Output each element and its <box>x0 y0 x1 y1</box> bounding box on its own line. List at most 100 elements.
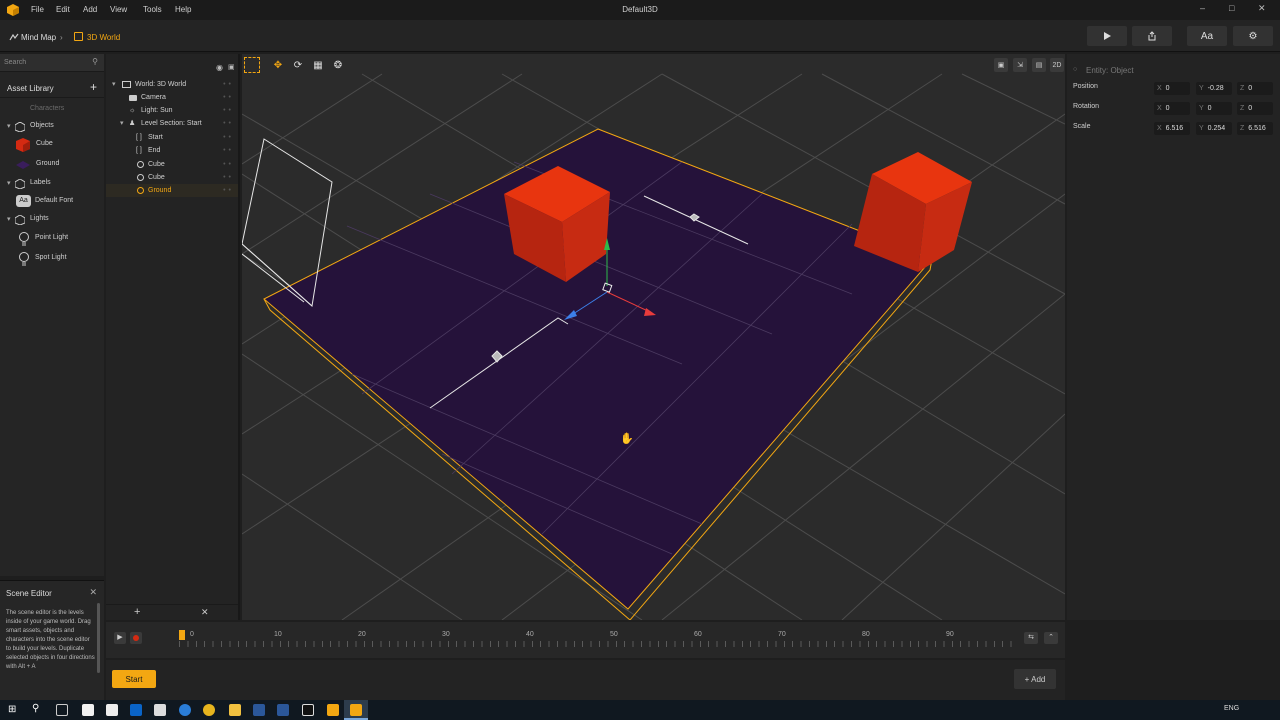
scene-render[interactable]: ✋ <box>242 54 1065 620</box>
outliner-row-world[interactable]: ▾ World: 3D World •• <box>106 78 238 91</box>
loop-icon[interactable]: ⇆ <box>1024 632 1038 644</box>
search-placeholder: Search <box>4 59 27 66</box>
transform-tool-icon[interactable]: ❂ <box>330 57 346 73</box>
active-app-tile[interactable] <box>344 700 368 720</box>
properties-panel: ○ Entity: Object Position X0 Y -0.28 Z0 R… <box>1067 54 1280 620</box>
row-toggles[interactable]: •• <box>223 117 234 130</box>
record-button[interactable] <box>130 632 142 644</box>
task-view-icon[interactable] <box>56 704 68 716</box>
add-entity-icon[interactable]: + <box>134 606 140 618</box>
outliner-row-start[interactable]: [ ] Start •• <box>106 131 238 144</box>
title-bar: File Edit Add View Tools Help Default3D … <box>0 0 1280 20</box>
rotation-y-field[interactable]: Y0 <box>1196 102 1232 115</box>
row-toggles[interactable]: •• <box>223 158 234 171</box>
add-asset-icon[interactable]: + <box>90 80 97 94</box>
settings-button[interactable]: ⚙ <box>1233 26 1273 46</box>
outliner-row-ground[interactable]: Ground •• <box>106 184 238 197</box>
app-icon[interactable] <box>302 704 314 716</box>
scene-viewport[interactable]: ✋ ✥ ⟳ ▦ ❂ ▣ ⇲ ▤ 2D <box>242 54 1065 620</box>
chrome-icon[interactable] <box>203 704 215 716</box>
objects-icon <box>15 122 25 132</box>
view-2d-button[interactable]: 2D <box>1050 58 1064 72</box>
timeline-tick-label: 60 <box>694 631 702 638</box>
row-toggles[interactable]: •• <box>223 184 234 197</box>
calculator-icon[interactable] <box>106 704 118 716</box>
scale-z-field[interactable]: Z 6.516 <box>1237 122 1273 135</box>
visibility-icon[interactable]: ◉ <box>216 63 223 72</box>
explorer-icon[interactable] <box>229 704 241 716</box>
share-icon <box>1148 31 1156 41</box>
edge-icon[interactable] <box>179 704 191 716</box>
ground-icon <box>16 161 30 169</box>
camera-view-icon[interactable]: ▣ <box>994 58 1008 72</box>
snap-icon[interactable]: ⇲ <box>1013 58 1027 72</box>
collapse-icon[interactable]: ⌃ <box>1044 632 1058 644</box>
scrollbar[interactable] <box>97 603 100 673</box>
outliner-row-end[interactable]: [ ] End •• <box>106 144 238 157</box>
row-toggles[interactable]: •• <box>223 144 234 157</box>
scale-label: Scale <box>1073 123 1091 130</box>
scale-tool-icon[interactable]: ▦ <box>310 57 326 73</box>
play-button[interactable] <box>1087 26 1127 46</box>
position-z-field[interactable]: Z0 <box>1237 82 1273 95</box>
windows-start-icon[interactable]: ⊞ <box>8 704 16 715</box>
breadcrumb-current[interactable]: 3D World <box>87 33 120 42</box>
timeline-tick-label: 90 <box>946 631 954 638</box>
timeline-tick-label: 70 <box>778 631 786 638</box>
timeline-track[interactable] <box>179 630 1017 650</box>
add-button[interactable]: + Add <box>1014 669 1056 689</box>
position-y-field[interactable]: Y -0.28 <box>1196 82 1232 95</box>
search-icon[interactable]: ⚲ <box>32 703 39 714</box>
entity-type: Entity: Object <box>1086 66 1134 75</box>
position-x-field[interactable]: X0 <box>1154 82 1190 95</box>
breadcrumb-parent[interactable]: Mind Map <box>21 33 56 42</box>
rotation-x-field[interactable]: X0 <box>1154 102 1190 115</box>
outliner-row-cube[interactable]: Cube •• <box>106 171 238 184</box>
close-icon[interactable]: ✕ <box>89 587 97 598</box>
timeline-play-icon[interactable]: ▶ <box>114 632 126 644</box>
scene-editor-title: Scene Editor <box>6 589 52 598</box>
outliner-row-light-sun[interactable]: ☼ Light: Sun •• <box>106 104 238 117</box>
row-toggles[interactable]: •• <box>223 131 234 144</box>
asset-label: Default Font <box>35 197 74 204</box>
grid-view-icon[interactable]: ▤ <box>1032 58 1046 72</box>
rotation-z-field[interactable]: Z0 <box>1237 102 1273 115</box>
playhead[interactable] <box>179 630 185 640</box>
window-title: Default3D <box>622 5 658 14</box>
word-icon[interactable] <box>277 704 289 716</box>
word-icon[interactable] <box>253 704 265 716</box>
outliner-row-cube[interactable]: Cube •• <box>106 158 238 171</box>
outliner-row-camera[interactable]: Camera •• <box>106 91 238 104</box>
outliner-label: World: 3D World <box>135 81 187 88</box>
rotate-tool-icon[interactable]: ⟳ <box>290 57 306 73</box>
asset-search-input[interactable]: Search ⚲ <box>0 54 104 72</box>
lock-icon[interactable]: ▣ <box>228 63 235 71</box>
app-icon[interactable] <box>82 704 94 716</box>
asset-library-panel: Search ⚲ Asset Library + Characters ▾ Ob… <box>0 54 104 576</box>
mail-icon[interactable] <box>130 704 142 716</box>
move-tool-icon[interactable]: ✥ <box>270 57 286 73</box>
row-toggles[interactable]: •• <box>223 91 234 104</box>
row-toggles[interactable]: •• <box>223 171 234 184</box>
row-toggles[interactable]: •• <box>223 104 234 117</box>
store-icon[interactable] <box>154 704 166 716</box>
row-toggles[interactable]: •• <box>223 78 234 91</box>
maximize-icon[interactable]: □ <box>1229 3 1234 13</box>
minimize-icon[interactable]: – <box>1200 3 1205 13</box>
select-tool-icon[interactable] <box>244 57 260 73</box>
close-window-icon[interactable]: ✕ <box>1258 3 1266 14</box>
font-button[interactable]: Aa <box>1187 26 1227 46</box>
outliner-row-level-section[interactable]: ▾ ♟ Level Section: Start •• <box>106 117 238 130</box>
scale-y-field[interactable]: Y 0.254 <box>1196 122 1232 135</box>
caret-down-icon: ▾ <box>112 81 116 88</box>
start-button[interactable]: Start <box>112 670 156 688</box>
app-icon[interactable] <box>327 704 339 716</box>
field-value: -0.28 <box>1207 85 1224 92</box>
delete-entity-icon[interactable]: ✕ <box>201 607 209 618</box>
language-indicator[interactable]: ENG <box>1224 705 1239 712</box>
start-label: Start <box>125 674 143 684</box>
asset-label: Spot Light <box>35 254 67 261</box>
scale-x-field[interactable]: X 6.516 <box>1154 122 1190 135</box>
view-2d-label: 2D <box>1052 61 1062 69</box>
share-button[interactable] <box>1132 26 1172 46</box>
